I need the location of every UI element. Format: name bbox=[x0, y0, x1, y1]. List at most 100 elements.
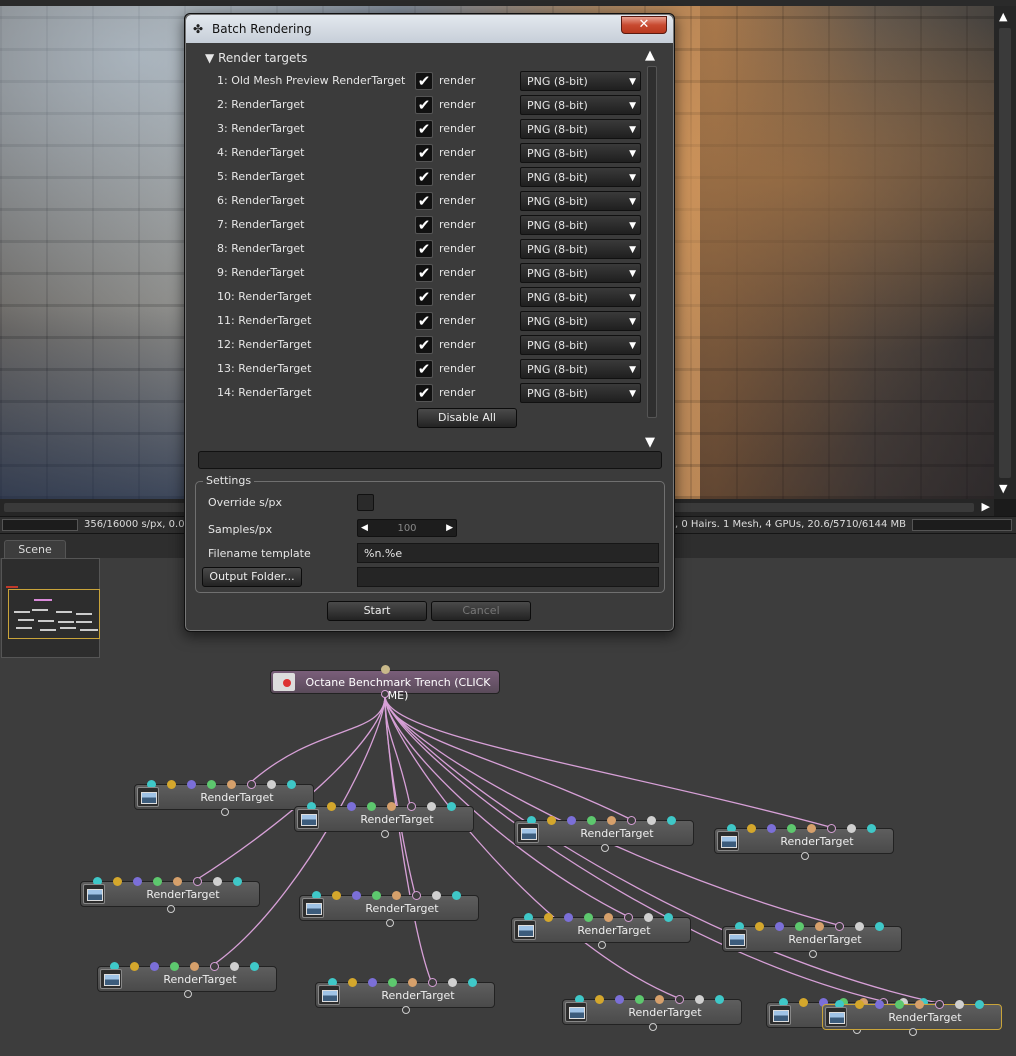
node-input-pin[interactable] bbox=[695, 995, 704, 1004]
node-input-pin[interactable] bbox=[428, 978, 437, 987]
render-target-node[interactable]: RenderTarget bbox=[722, 922, 902, 958]
node-input-pin[interactable] bbox=[604, 913, 613, 922]
node-input-pin[interactable] bbox=[667, 816, 676, 825]
render-checkbox[interactable]: ✔ bbox=[415, 264, 433, 282]
node-input-pin[interactable] bbox=[567, 816, 576, 825]
render-target-node[interactable]: RenderTarget bbox=[822, 1000, 1002, 1036]
render-checkbox[interactable]: ✔ bbox=[415, 240, 433, 258]
disable-all-button[interactable]: Disable All bbox=[417, 408, 517, 428]
node-input-pin[interactable] bbox=[230, 962, 239, 971]
node-output-pin[interactable] bbox=[167, 905, 175, 913]
node-output-pin[interactable] bbox=[402, 1006, 410, 1014]
root-node-octane-benchmark[interactable]: Octane Benchmark Trench (CLICK ME) bbox=[270, 665, 500, 702]
node-input-pin[interactable] bbox=[715, 995, 724, 1004]
render-checkbox[interactable]: ✔ bbox=[415, 384, 433, 402]
node-input-pin[interactable] bbox=[190, 962, 199, 971]
image-format-dropdown[interactable]: PNG (8-bit) ▼ bbox=[520, 335, 641, 355]
node-input-pin[interactable] bbox=[544, 913, 553, 922]
node-input-pin[interactable] bbox=[130, 962, 139, 971]
image-format-dropdown[interactable]: PNG (8-bit) ▼ bbox=[520, 287, 641, 307]
output-folder-field[interactable] bbox=[357, 567, 659, 587]
render-target-node[interactable]: RenderTarget bbox=[514, 816, 694, 852]
image-format-dropdown[interactable]: PNG (8-bit) ▼ bbox=[520, 143, 641, 163]
node-input-pin[interactable] bbox=[153, 877, 162, 886]
node-output-pin[interactable] bbox=[221, 808, 229, 816]
image-format-dropdown[interactable]: PNG (8-bit) ▼ bbox=[520, 263, 641, 283]
node-input-pin[interactable] bbox=[348, 978, 357, 987]
render-checkbox[interactable]: ✔ bbox=[415, 360, 433, 378]
render-checkbox[interactable]: ✔ bbox=[415, 120, 433, 138]
node-input-pin[interactable] bbox=[407, 802, 416, 811]
output-folder-button[interactable]: Output Folder... bbox=[202, 567, 302, 587]
node-input-pin[interactable] bbox=[587, 816, 596, 825]
node-input-pin[interactable] bbox=[835, 922, 844, 931]
node-input-pin[interactable] bbox=[267, 780, 276, 789]
node-input-pin[interactable] bbox=[855, 1000, 864, 1009]
node-input-pin[interactable] bbox=[595, 995, 604, 1004]
render-checkbox[interactable]: ✔ bbox=[415, 288, 433, 306]
scroll-up-icon[interactable]: ▲ bbox=[645, 48, 655, 63]
node-input-pin[interactable] bbox=[207, 780, 216, 789]
render-target-node[interactable]: RenderTarget bbox=[134, 780, 314, 816]
image-format-dropdown[interactable]: PNG (8-bit) ▼ bbox=[520, 119, 641, 139]
close-button[interactable]: ✕ bbox=[621, 16, 667, 34]
node-input-pin[interactable] bbox=[895, 1000, 904, 1009]
image-format-dropdown[interactable]: PNG (8-bit) ▼ bbox=[520, 167, 641, 187]
render-checkbox[interactable]: ✔ bbox=[415, 168, 433, 186]
render-checkbox[interactable]: ✔ bbox=[415, 144, 433, 162]
node-input-pin[interactable] bbox=[408, 978, 417, 987]
node-input-pin[interactable] bbox=[647, 816, 656, 825]
samples-px-slider[interactable]: ◀ 100 ▶ bbox=[357, 519, 457, 537]
render-target-node[interactable]: RenderTarget bbox=[299, 891, 479, 927]
image-format-dropdown[interactable]: PNG (8-bit) ▼ bbox=[520, 191, 641, 211]
scroll-down-icon[interactable]: ▼ bbox=[645, 435, 655, 450]
node-input-pin[interactable] bbox=[807, 824, 816, 833]
scroll-down-icon[interactable]: ▼ bbox=[999, 482, 1007, 495]
node-input-pin[interactable] bbox=[827, 824, 836, 833]
node-input-pin[interactable] bbox=[664, 913, 673, 922]
node-input-pin[interactable] bbox=[387, 802, 396, 811]
node-input-pin[interactable] bbox=[193, 877, 202, 886]
node-input-pin[interactable] bbox=[815, 922, 824, 931]
viewport-vertical-scrollbar[interactable]: ▲ ▼ bbox=[994, 6, 1016, 499]
render-checkbox[interactable]: ✔ bbox=[415, 336, 433, 354]
node-input-pin[interactable] bbox=[635, 995, 644, 1004]
node-input-pin[interactable] bbox=[935, 1000, 944, 1009]
node-input-pin[interactable] bbox=[432, 891, 441, 900]
image-format-dropdown[interactable]: PNG (8-bit) ▼ bbox=[520, 359, 641, 379]
render-target-node[interactable]: RenderTarget bbox=[315, 978, 495, 1014]
render-checkbox[interactable]: ✔ bbox=[415, 96, 433, 114]
node-input-pin[interactable] bbox=[855, 922, 864, 931]
node-output-pin[interactable] bbox=[601, 844, 609, 852]
node-input-pin[interactable] bbox=[133, 877, 142, 886]
node-input-pin[interactable] bbox=[210, 962, 219, 971]
node-input-pin[interactable] bbox=[875, 922, 884, 931]
image-format-dropdown[interactable]: PNG (8-bit) ▼ bbox=[520, 215, 641, 235]
node-input-pin[interactable] bbox=[615, 995, 624, 1004]
node-input-pin[interactable] bbox=[799, 998, 808, 1007]
node-input-pin[interactable] bbox=[332, 891, 341, 900]
root-output-pin[interactable] bbox=[381, 690, 389, 698]
node-input-pin[interactable] bbox=[167, 780, 176, 789]
node-input-pin[interactable] bbox=[412, 891, 421, 900]
node-input-pin[interactable] bbox=[233, 877, 242, 886]
node-input-pin[interactable] bbox=[150, 962, 159, 971]
node-input-pin[interactable] bbox=[627, 816, 636, 825]
node-input-pin[interactable] bbox=[427, 802, 436, 811]
node-input-pin[interactable] bbox=[564, 913, 573, 922]
node-input-pin[interactable] bbox=[227, 780, 236, 789]
node-input-pin[interactable] bbox=[787, 824, 796, 833]
node-input-pin[interactable] bbox=[644, 913, 653, 922]
node-input-pin[interactable] bbox=[347, 802, 356, 811]
render-target-node[interactable]: RenderTarget bbox=[97, 962, 277, 998]
image-format-dropdown[interactable]: PNG (8-bit) ▼ bbox=[520, 95, 641, 115]
node-input-pin[interactable] bbox=[767, 824, 776, 833]
override-spx-checkbox[interactable] bbox=[357, 494, 374, 511]
render-target-node[interactable]: RenderTarget bbox=[714, 824, 894, 860]
node-input-pin[interactable] bbox=[675, 995, 684, 1004]
node-input-pin[interactable] bbox=[847, 824, 856, 833]
node-input-pin[interactable] bbox=[547, 816, 556, 825]
node-output-pin[interactable] bbox=[909, 1028, 917, 1036]
node-input-pin[interactable] bbox=[368, 978, 377, 987]
node-output-pin[interactable] bbox=[386, 919, 394, 927]
